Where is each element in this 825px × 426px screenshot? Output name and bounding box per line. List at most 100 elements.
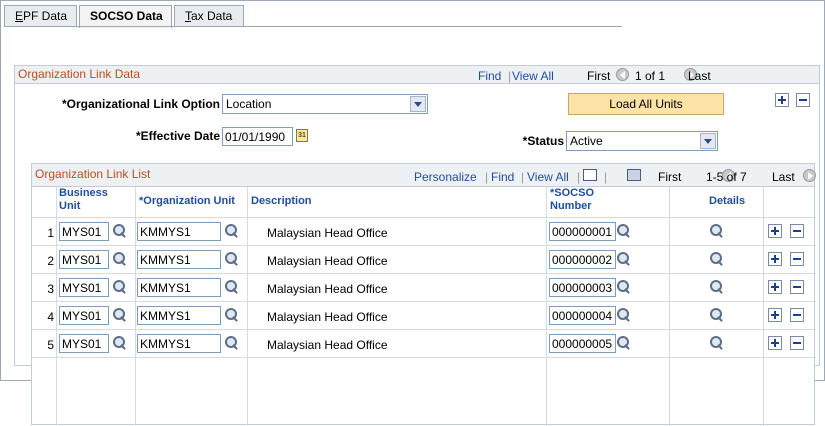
- description-text: Malaysian Head Office: [267, 310, 388, 324]
- effective-date-label: *Effective Date: [135, 129, 220, 143]
- description-text: Malaysian Head Office: [267, 338, 388, 352]
- description-text: Malaysian Head Office: [267, 226, 388, 240]
- grid-divider: [32, 357, 816, 358]
- separator: |: [508, 69, 512, 83]
- field-value: KMMYS1: [140, 337, 191, 351]
- grid-header: Organization Link List Personalize | Fin…: [32, 164, 817, 187]
- business-unit-field[interactable]: MYS01: [59, 250, 109, 269]
- grid-divider: [247, 187, 248, 426]
- separator: |: [521, 170, 525, 184]
- grid-title: Organization Link List: [35, 167, 151, 181]
- add-row-icon[interactable]: [775, 93, 789, 107]
- description-text: Malaysian Head Office: [267, 282, 388, 296]
- add-row-icon[interactable]: [768, 224, 782, 238]
- organization-unit-field[interactable]: KMMYS1: [137, 278, 221, 297]
- details-icon[interactable]: [709, 251, 725, 267]
- socso-number-field[interactable]: 000000001: [549, 222, 616, 241]
- business-unit-field[interactable]: MYS01: [59, 278, 109, 297]
- status-select[interactable]: Active: [566, 131, 718, 151]
- delete-row-icon[interactable]: [790, 280, 804, 294]
- lookup-icon[interactable]: [112, 307, 128, 323]
- lookup-icon[interactable]: [224, 279, 240, 295]
- lookup-icon[interactable]: [224, 223, 240, 239]
- details-icon[interactable]: [709, 279, 725, 295]
- separator: |: [577, 170, 581, 184]
- add-row-icon[interactable]: [768, 308, 782, 322]
- view-all-link[interactable]: View All: [512, 69, 554, 83]
- lookup-icon[interactable]: [224, 335, 240, 351]
- grid-divider: [32, 329, 816, 330]
- delete-row-icon[interactable]: [796, 93, 810, 107]
- column-header-description[interactable]: Description: [251, 195, 371, 225]
- organization-link-list-grid: Organization Link List Personalize | Fin…: [31, 163, 817, 426]
- lookup-icon[interactable]: [616, 279, 632, 295]
- next-arrow-icon[interactable]: [803, 169, 817, 183]
- lookup-icon[interactable]: [616, 223, 632, 239]
- business-unit-field[interactable]: MYS01: [59, 222, 109, 241]
- tab-label: EPF Data: [15, 9, 68, 23]
- last-label: Last: [772, 170, 795, 184]
- lookup-icon[interactable]: [112, 335, 128, 351]
- lookup-icon[interactable]: [112, 223, 128, 239]
- add-row-icon[interactable]: [768, 280, 782, 294]
- lookup-icon[interactable]: [616, 307, 632, 323]
- download-grid-icon[interactable]: [627, 168, 642, 181]
- organization-unit-field[interactable]: KMMYS1: [137, 222, 221, 241]
- add-row-icon[interactable]: [768, 252, 782, 266]
- row-number: 5: [47, 338, 54, 352]
- grid-divider: [546, 187, 547, 426]
- view-all-link[interactable]: View All: [527, 170, 569, 184]
- tab-tax-data[interactable]: Tax Data: [174, 5, 244, 27]
- organization-unit-field[interactable]: KMMYS1: [137, 306, 221, 325]
- field-value: 01/01/1990: [225, 130, 286, 144]
- delete-row-icon[interactable]: [790, 252, 804, 266]
- new-window-icon[interactable]: [583, 168, 597, 181]
- find-link[interactable]: Find: [478, 69, 501, 83]
- details-icon[interactable]: [709, 223, 725, 239]
- find-link[interactable]: Find: [491, 170, 514, 184]
- delete-row-icon[interactable]: [790, 308, 804, 322]
- org-link-option-label: *Organizational Link Option: [61, 97, 220, 111]
- column-header-business-unit[interactable]: Business Unit: [59, 187, 119, 217]
- row-range: 1-5 of 7: [706, 170, 747, 184]
- field-value: MYS01: [62, 225, 102, 239]
- column-header-details: Details: [709, 195, 746, 207]
- socso-number-field[interactable]: 000000003: [549, 278, 616, 297]
- tab-label: SOCSO Data: [90, 9, 163, 23]
- delete-row-icon[interactable]: [790, 224, 804, 238]
- grid-divider: [763, 187, 764, 426]
- tab-socso-data[interactable]: SOCSO Data: [79, 5, 172, 28]
- socso-number-field[interactable]: 000000004: [549, 306, 616, 325]
- calendar-icon[interactable]: 31: [296, 129, 308, 142]
- field-value: 000000004: [552, 309, 613, 323]
- business-unit-field[interactable]: MYS01: [59, 306, 109, 325]
- lookup-icon[interactable]: [224, 307, 240, 323]
- field-value: 000000002: [552, 253, 613, 267]
- delete-row-icon[interactable]: [790, 336, 804, 350]
- lookup-icon[interactable]: [616, 335, 632, 351]
- description-text: Malaysian Head Office: [267, 254, 388, 268]
- details-icon[interactable]: [709, 307, 725, 323]
- lookup-icon[interactable]: [616, 251, 632, 267]
- organization-unit-field[interactable]: KMMYS1: [137, 334, 221, 353]
- load-all-units-button[interactable]: Load All Units: [568, 93, 724, 115]
- business-unit-field[interactable]: MYS01: [59, 334, 109, 353]
- personalize-link[interactable]: Personalize: [414, 170, 477, 184]
- lookup-icon[interactable]: [112, 279, 128, 295]
- tab-epf-data[interactable]: EPF Data: [4, 5, 77, 27]
- add-row-icon[interactable]: [768, 336, 782, 350]
- column-header-socso-number[interactable]: *SOCSO Number: [550, 187, 610, 217]
- lookup-icon[interactable]: [112, 251, 128, 267]
- lookup-icon[interactable]: [224, 251, 240, 267]
- separator: |: [485, 170, 489, 184]
- group-header: Organization Link Data Find | View All F…: [15, 66, 819, 84]
- details-icon[interactable]: [709, 335, 725, 351]
- socso-number-field[interactable]: 000000002: [549, 250, 616, 269]
- previous-arrow-icon[interactable]: [616, 68, 629, 82]
- organization-unit-field[interactable]: KMMYS1: [137, 250, 221, 269]
- socso-number-field[interactable]: 000000005: [549, 334, 616, 353]
- group-title: Organization Link Data: [18, 67, 141, 81]
- effective-date-field[interactable]: 01/01/1990: [222, 127, 293, 146]
- org-link-option-select[interactable]: Location: [222, 94, 428, 114]
- column-header-organization-unit[interactable]: *Organization Unit: [139, 195, 259, 225]
